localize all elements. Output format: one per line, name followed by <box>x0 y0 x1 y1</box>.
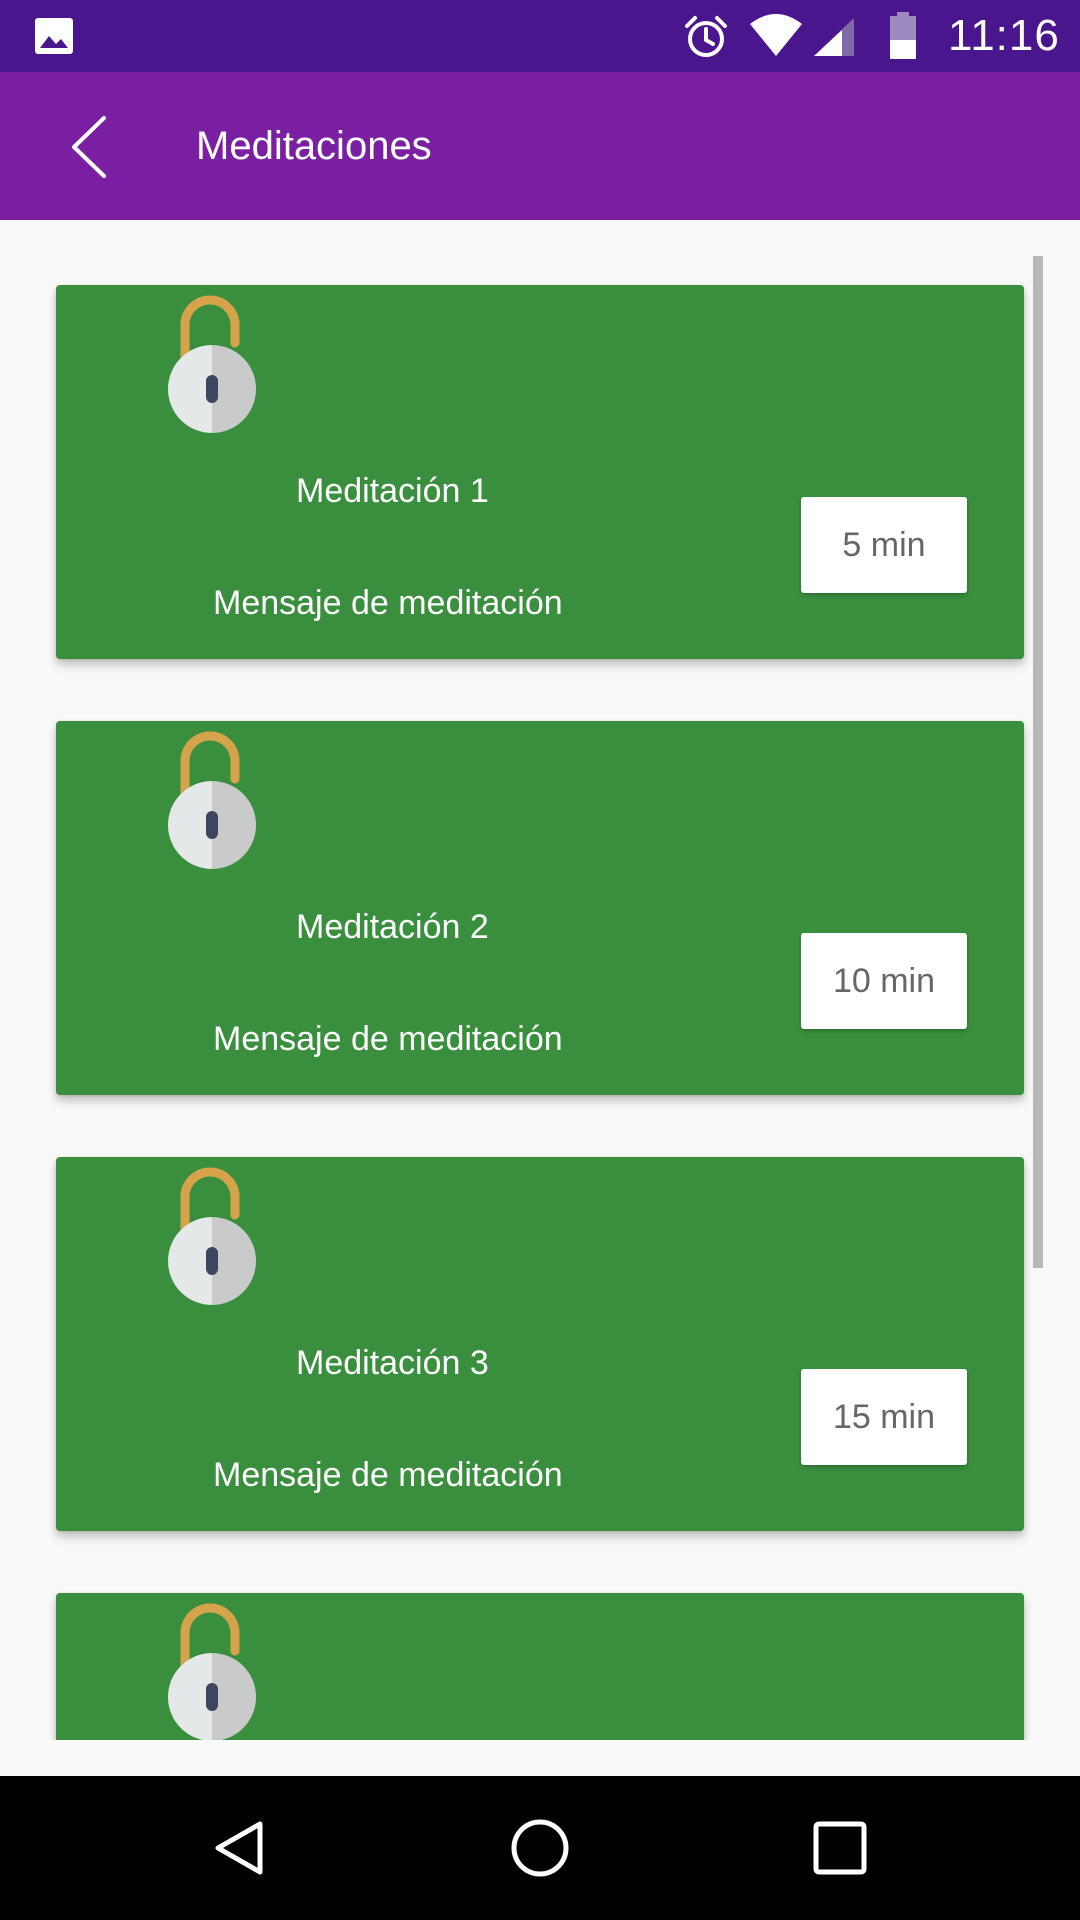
signal-icon <box>814 18 854 56</box>
back-arrow-icon[interactable] <box>62 114 122 180</box>
gallery-icon <box>35 18 73 54</box>
status-bar: 11:16 <box>0 0 1080 72</box>
alarm-icon <box>685 16 727 57</box>
meditation-message: Mensaje de meditación <box>213 584 563 622</box>
meditation-title: Meditación 2 <box>296 908 489 946</box>
battery-icon <box>890 12 916 59</box>
meditation-card-2[interactable]: Meditación 2 Mensaje de meditación 10 mi… <box>56 721 1024 1095</box>
meditation-card-4[interactable] <box>56 1593 1024 1740</box>
scrollbar[interactable] <box>1033 256 1043 1268</box>
meditation-list[interactable]: Meditación 1 Mensaje de meditación 5 min… <box>0 220 1080 1740</box>
unlocked-padlock-icon <box>168 731 256 869</box>
meditation-message: Mensaje de meditación <box>213 1456 563 1494</box>
meditation-title: Meditación 3 <box>296 1344 489 1382</box>
meditation-card-3[interactable]: Meditación 3 Mensaje de meditación 15 mi… <box>56 1157 1024 1531</box>
clock: 11:16 <box>948 11 1060 60</box>
app-bar: Meditaciones <box>0 72 1080 220</box>
unlocked-padlock-icon <box>168 1603 256 1740</box>
home-circle-icon[interactable] <box>508 1816 572 1880</box>
navigation-bar <box>0 1776 1080 1920</box>
duration-button[interactable]: 15 min <box>801 1369 967 1465</box>
unlocked-padlock-icon <box>168 1167 256 1305</box>
page-title: Meditaciones <box>196 124 432 168</box>
unlocked-padlock-icon <box>168 295 256 433</box>
wifi-icon <box>750 14 802 56</box>
recents-square-icon[interactable] <box>808 1816 872 1880</box>
meditation-message: Mensaje de meditación <box>213 1020 563 1058</box>
meditation-title: Meditación 1 <box>296 472 489 510</box>
meditation-card-1[interactable]: Meditación 1 Mensaje de meditación 5 min <box>56 285 1024 659</box>
duration-button[interactable]: 5 min <box>801 497 967 593</box>
back-triangle-icon[interactable] <box>208 1816 272 1880</box>
duration-button[interactable]: 10 min <box>801 933 967 1029</box>
